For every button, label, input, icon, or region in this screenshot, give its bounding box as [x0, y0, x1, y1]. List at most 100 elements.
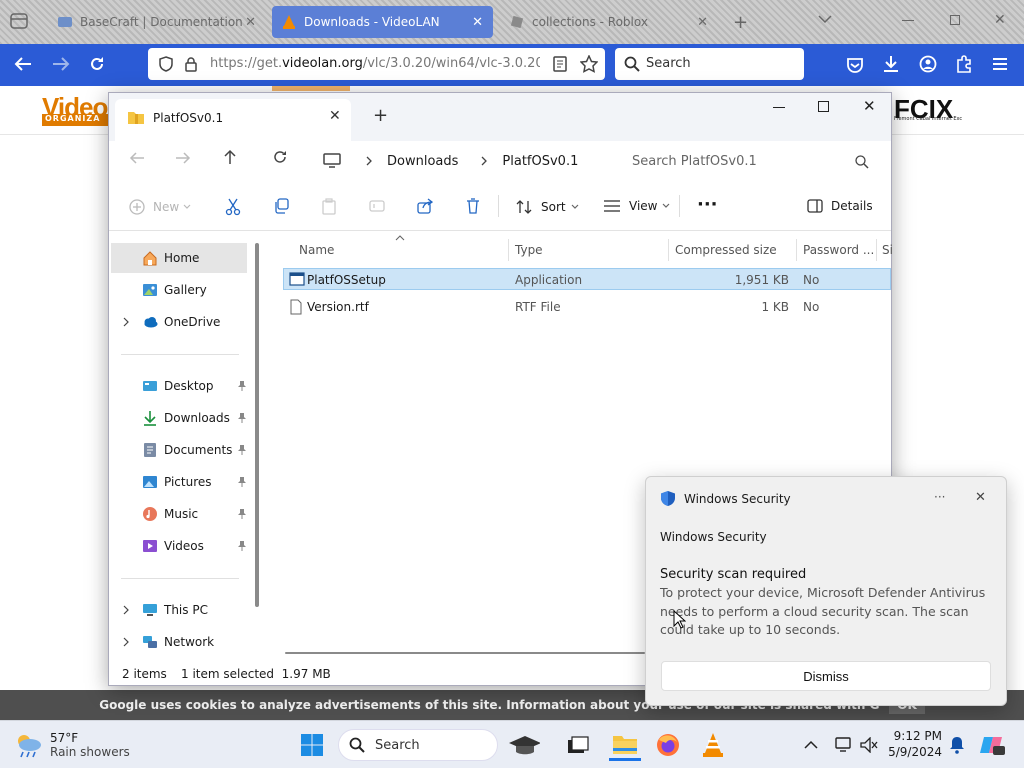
- close-tab-icon[interactable]: ✕: [697, 15, 708, 30]
- pin-icon[interactable]: [237, 508, 247, 520]
- nav-item-desktop[interactable]: Desktop: [111, 371, 247, 401]
- start-button[interactable]: [296, 729, 328, 761]
- column-header-password[interactable]: Password ...: [803, 243, 874, 257]
- nav-scrollbar[interactable]: [255, 243, 259, 607]
- network-status-icon[interactable]: [835, 736, 853, 754]
- downloads-icon[interactable]: [882, 55, 900, 73]
- column-header-name[interactable]: Name: [299, 243, 334, 257]
- breadcrumb-platfos[interactable]: PlatfOSv0.1: [502, 154, 578, 169]
- minimize-icon[interactable]: [773, 107, 785, 108]
- copilot-icon[interactable]: [980, 733, 1006, 757]
- notification-bell-icon[interactable]: [950, 736, 964, 754]
- refresh-icon[interactable]: [272, 149, 288, 165]
- sort-button[interactable]: Sort: [515, 199, 579, 215]
- see-more-button[interactable]: ···: [697, 194, 718, 215]
- close-window-icon[interactable]: ✕: [994, 12, 1006, 28]
- browser-tab-basecraft[interactable]: BaseCraft | Documentation - P ✕: [48, 6, 266, 38]
- cut-icon[interactable]: [225, 198, 241, 216]
- close-icon[interactable]: ✕: [863, 97, 876, 115]
- chevron-right-icon[interactable]: [123, 637, 129, 647]
- graduation-cap-widget[interactable]: [508, 729, 540, 761]
- nav-item-pictures[interactable]: Pictures: [111, 467, 247, 497]
- minimize-window-icon[interactable]: [902, 20, 914, 21]
- forward-arrow-icon[interactable]: [175, 151, 191, 165]
- paste-icon[interactable]: [321, 198, 337, 215]
- new-tab-icon[interactable]: +: [373, 105, 388, 126]
- nav-item-music[interactable]: Music: [111, 499, 247, 529]
- close-tab-icon[interactable]: ✕: [329, 108, 341, 124]
- extensions-icon[interactable]: [955, 55, 973, 73]
- pin-icon[interactable]: [237, 444, 247, 456]
- file-row[interactable]: PlatfOSSetup Application 1,951 KB No: [283, 268, 891, 290]
- breadcrumb-downloads[interactable]: Downloads: [387, 154, 458, 169]
- column-header-size[interactable]: Si: [882, 243, 893, 257]
- menu-icon[interactable]: [992, 57, 1008, 71]
- url-bar[interactable]: https://get.videolan.org/vlc/3.0.20/win6…: [148, 48, 605, 80]
- nav-item-gallery[interactable]: Gallery: [111, 275, 247, 305]
- maximize-icon[interactable]: [818, 101, 829, 112]
- notification-more-button[interactable]: ···: [934, 490, 945, 504]
- pocket-icon[interactable]: [846, 56, 864, 74]
- taskbar-search[interactable]: Search: [338, 729, 498, 761]
- file-row[interactable]: Version.rtf RTF File 1 KB No: [283, 296, 891, 318]
- breadcrumb[interactable]: Downloads PlatfOSv0.1: [307, 147, 607, 175]
- explorer-tab[interactable]: PlatfOSv0.1 ✕: [115, 99, 351, 141]
- nav-item-home[interactable]: Home: [111, 243, 247, 273]
- nav-item-network[interactable]: Network: [111, 627, 247, 657]
- nav-item-onedrive[interactable]: OneDrive: [111, 307, 247, 337]
- close-tab-icon[interactable]: ✕: [472, 15, 483, 30]
- pin-icon[interactable]: [237, 540, 247, 552]
- details-pane-button[interactable]: Details: [807, 199, 873, 213]
- maximize-window-icon[interactable]: [950, 15, 960, 25]
- show-hidden-icons-chevron-icon[interactable]: [804, 740, 818, 749]
- close-tab-icon[interactable]: ✕: [245, 15, 256, 30]
- weather-widget[interactable]: 57°F Rain showers: [14, 728, 130, 762]
- horizontal-scrollbar[interactable]: [285, 652, 645, 654]
- browser-tab-roblox[interactable]: collections - Roblox ✕: [500, 6, 718, 38]
- lock-icon[interactable]: [184, 56, 198, 72]
- list-all-tabs-icon[interactable]: [818, 14, 832, 24]
- pin-icon[interactable]: [237, 380, 247, 392]
- share-icon[interactable]: [417, 198, 433, 214]
- column-separator[interactable]: [508, 239, 509, 261]
- new-button[interactable]: New: [129, 199, 191, 215]
- chevron-right-icon[interactable]: [123, 605, 129, 615]
- column-separator[interactable]: [668, 239, 669, 261]
- up-arrow-icon[interactable]: [223, 149, 237, 165]
- nav-item-downloads[interactable]: Downloads: [111, 403, 247, 433]
- bookmark-star-icon[interactable]: [580, 55, 598, 73]
- copy-icon[interactable]: [273, 198, 289, 214]
- new-tab-icon[interactable]: +: [733, 12, 748, 33]
- column-separator[interactable]: [796, 239, 797, 261]
- shield-icon[interactable]: [158, 56, 174, 72]
- nav-item-videos[interactable]: Videos: [111, 531, 247, 561]
- column-separator[interactable]: [876, 239, 877, 261]
- forward-icon[interactable]: [52, 56, 70, 72]
- rename-icon[interactable]: [369, 198, 385, 214]
- pin-icon[interactable]: [237, 476, 247, 488]
- back-icon[interactable]: [14, 56, 32, 72]
- pin-icon[interactable]: [237, 412, 247, 424]
- nav-item-documents[interactable]: Documents: [111, 435, 247, 465]
- system-clock[interactable]: 9:12 PM 5/9/2024: [884, 729, 942, 759]
- back-arrow-icon[interactable]: [129, 151, 145, 165]
- task-view-button[interactable]: [562, 729, 594, 761]
- view-button[interactable]: View: [603, 199, 670, 213]
- vlc-taskbar-button[interactable]: [697, 729, 729, 761]
- notification-close-icon[interactable]: ✕: [975, 490, 986, 505]
- browser-tab-videolan[interactable]: Downloads - VideoLAN ✕: [272, 6, 493, 38]
- firefox-taskbar-button[interactable]: [652, 729, 684, 761]
- firefox-view-icon[interactable]: [10, 13, 28, 29]
- explorer-search-box[interactable]: Search PlatfOSv0.1: [619, 147, 881, 175]
- file-explorer-taskbar-button[interactable]: [609, 729, 641, 761]
- browser-search-box[interactable]: Search: [615, 48, 804, 80]
- dismiss-button[interactable]: Dismiss: [661, 661, 991, 691]
- reader-view-icon[interactable]: [553, 56, 567, 72]
- column-header-type[interactable]: Type: [515, 243, 543, 257]
- delete-icon[interactable]: [466, 198, 480, 214]
- account-icon[interactable]: [919, 55, 937, 73]
- reload-icon[interactable]: [88, 55, 106, 73]
- chevron-right-icon[interactable]: [123, 317, 129, 327]
- volume-muted-icon[interactable]: [860, 737, 878, 753]
- column-header-compressed-size[interactable]: Compressed size: [675, 243, 777, 257]
